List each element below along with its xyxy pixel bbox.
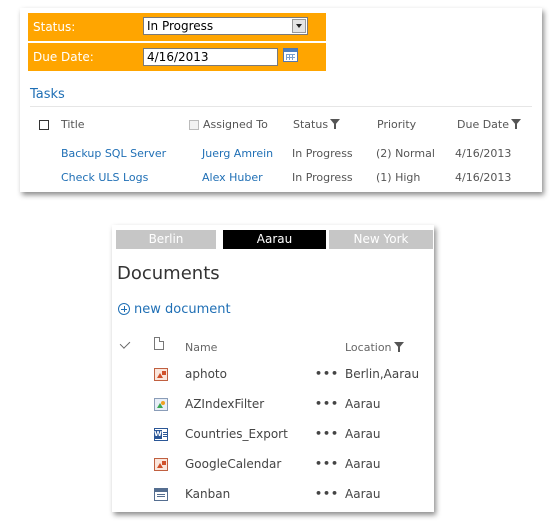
column-header-assigned-to[interactable]: Assigned To: [203, 118, 268, 131]
image-icon: [154, 398, 168, 411]
file-name-link[interactable]: AZIndexFilter: [185, 397, 264, 411]
image-icon: [154, 368, 168, 381]
task-status: In Progress: [292, 147, 353, 160]
tasks-web-part: Status: In Progress Due Date: 4/16/2013 …: [20, 8, 542, 192]
file-name-link[interactable]: GoogleCalendar: [185, 457, 281, 471]
image-icon: [154, 458, 168, 471]
task-priority: (2) Normal: [376, 147, 435, 160]
divider: [30, 106, 532, 107]
column-header-status-label: Status: [293, 118, 329, 131]
file-name-link[interactable]: aphoto: [185, 367, 227, 381]
task-due-date: 4/16/2013: [455, 171, 512, 184]
tab-aarau[interactable]: Aarau: [223, 230, 326, 249]
column-header-location-label: Location: [345, 341, 392, 354]
dropdown-arrow-icon[interactable]: [292, 19, 306, 33]
status-dropdown-value: In Progress: [147, 19, 214, 33]
file-name-link[interactable]: Kanban: [185, 487, 230, 501]
file-name-link[interactable]: Countries_Export: [185, 427, 288, 441]
status-dropdown[interactable]: In Progress: [143, 17, 308, 35]
documents-web-part: Berlin Aarau New York Documents new docu…: [112, 225, 434, 512]
file-location: Aarau: [345, 457, 381, 471]
status-filter-label: Status:: [33, 20, 76, 34]
status-filter-row: Status: In Progress: [28, 13, 326, 41]
assigned-to-checkbox[interactable]: [189, 120, 199, 130]
file-location: Aarau: [345, 487, 381, 501]
column-header-due-date[interactable]: Due Date: [457, 118, 521, 131]
due-date-filter-label: Due Date:: [33, 50, 94, 64]
filter-icon: [330, 119, 341, 129]
task-title-link[interactable]: Backup SQL Server: [61, 147, 166, 160]
task-priority: (1) High: [376, 171, 421, 184]
due-date-input[interactable]: 4/16/2013: [143, 48, 278, 66]
new-document-label: new document: [134, 302, 231, 317]
due-date-filter-row: Due Date: 4/16/2013: [28, 43, 326, 71]
filter-icon: [511, 119, 521, 129]
column-header-priority[interactable]: Priority: [377, 118, 416, 131]
ellipsis-menu-icon[interactable]: •••: [315, 397, 339, 410]
ellipsis-menu-icon[interactable]: •••: [315, 427, 339, 440]
assigned-to-link[interactable]: Alex Huber: [202, 171, 263, 184]
file-location: Aarau: [345, 397, 381, 411]
tasks-list-title[interactable]: Tasks: [30, 87, 65, 102]
new-document-button[interactable]: new document: [118, 302, 231, 317]
column-header-name[interactable]: Name: [185, 341, 217, 354]
tab-berlin[interactable]: Berlin: [116, 230, 216, 249]
select-all-check-icon[interactable]: [119, 338, 131, 349]
column-header-status[interactable]: Status: [293, 118, 341, 131]
file-type-icon: [154, 337, 164, 350]
ellipsis-menu-icon[interactable]: •••: [315, 367, 339, 380]
ellipsis-menu-icon[interactable]: •••: [315, 487, 339, 500]
tab-new-york[interactable]: New York: [329, 230, 433, 249]
board-icon: [154, 488, 168, 501]
file-location: Berlin,Aarau: [345, 367, 420, 381]
calendar-icon[interactable]: [283, 48, 298, 62]
filter-icon: [393, 342, 404, 352]
task-status: In Progress: [292, 171, 353, 184]
due-date-input-value: 4/16/2013: [147, 50, 209, 64]
column-header-location[interactable]: Location: [345, 341, 404, 354]
column-header-title[interactable]: Title: [61, 118, 85, 131]
assigned-to-link[interactable]: Juerg Amrein: [202, 147, 273, 160]
task-title-link[interactable]: Check ULS Logs: [61, 171, 148, 184]
task-due-date: 4/16/2013: [455, 147, 512, 160]
documents-title[interactable]: Documents: [117, 263, 220, 284]
select-all-checkbox[interactable]: [39, 120, 49, 130]
word-doc-icon: [154, 428, 168, 441]
file-location: Aarau: [345, 427, 381, 441]
column-header-due-date-label: Due Date: [457, 118, 509, 131]
add-circle-icon: [118, 303, 130, 315]
ellipsis-menu-icon[interactable]: •••: [315, 457, 339, 470]
